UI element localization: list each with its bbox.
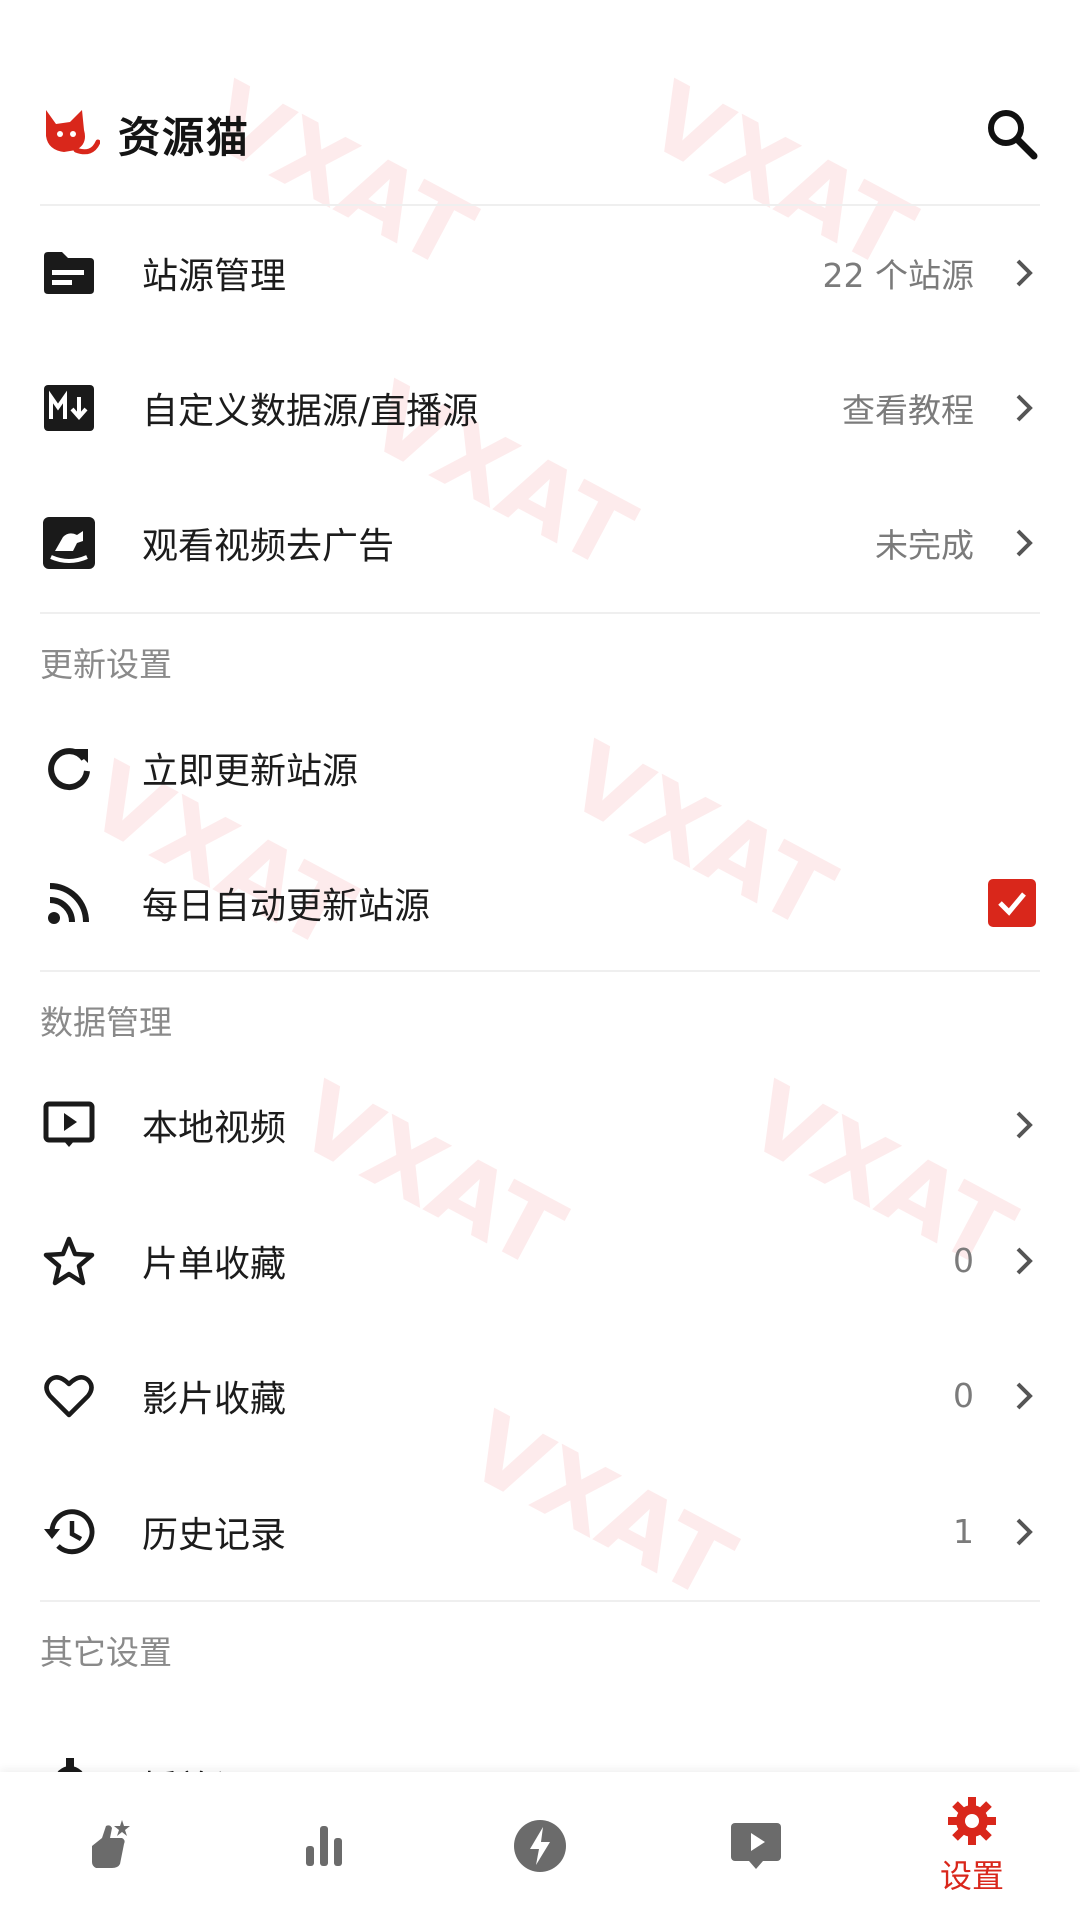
hand-star-icon (92, 1820, 130, 1868)
menu-item-value: 0 (953, 1241, 974, 1280)
section-title-other: 其它设置 (40, 1633, 172, 1672)
menu-item-update-now[interactable]: 立即更新站源 (0, 699, 1080, 836)
gear-icon (948, 1797, 996, 1845)
auto-update-checkbox[interactable] (988, 878, 1036, 927)
section-title-update: 更新设置 (40, 645, 172, 684)
divider (40, 1600, 1040, 1602)
menu-item-label: 站源管理 (142, 255, 287, 297)
divider (40, 970, 1040, 972)
section-title-data: 数据管理 (40, 1003, 172, 1042)
chevron-right-icon (1016, 1111, 1033, 1138)
menu-item-label: 立即更新站源 (142, 750, 359, 792)
nav-tab-fast[interactable] (432, 1772, 648, 1920)
menu-item-custom-source[interactable]: 自定义数据源/直播源 查看教程 (0, 339, 1080, 476)
video-screen-icon (41, 1097, 97, 1153)
bar-chart-icon (306, 1826, 342, 1866)
menu-item-local-video[interactable]: 本地视频 (0, 1056, 1080, 1193)
menu-item-history[interactable]: 历史记录 1 (0, 1463, 1080, 1600)
rocking-horse-icon (41, 515, 97, 571)
history-icon (41, 1504, 97, 1560)
menu-item-value: 1 (953, 1512, 974, 1551)
chevron-right-icon (1016, 529, 1033, 556)
nav-tab-settings[interactable]: 设置 (864, 1772, 1080, 1920)
menu-item-label: 影片收藏 (142, 1378, 287, 1420)
bottom-nav: 设置 (0, 1772, 1080, 1920)
brand-name: 资源猫 (118, 112, 251, 162)
cat-logo-icon (46, 110, 100, 155)
app-logo: 资源猫 (40, 104, 250, 164)
lightning-icon (514, 1820, 566, 1872)
star-icon (41, 1233, 97, 1289)
menu-item-label: 观看视频去广告 (142, 525, 395, 567)
chevron-right-icon (1016, 1247, 1033, 1274)
heart-icon (41, 1368, 97, 1424)
menu-item-watch-ad[interactable]: 观看视频去广告 未完成 (0, 474, 1080, 611)
menu-item-label: 片单收藏 (142, 1243, 287, 1285)
chevron-right-icon (1016, 259, 1033, 286)
menu-item-label: 历史记录 (142, 1514, 287, 1556)
menu-item-playlist-favorites[interactable]: 片单收藏 0 (0, 1192, 1080, 1329)
refresh-icon (41, 740, 97, 796)
nav-tab-label: 设置 (939, 1857, 1004, 1895)
menu-item-value: 0 (953, 1376, 974, 1415)
play-screen-icon (731, 1823, 781, 1869)
menu-item-value: 22 个站源 (822, 255, 974, 295)
chevron-right-icon (1016, 1382, 1033, 1409)
divider (40, 612, 1040, 614)
menu-item-label: 本地视频 (142, 1107, 287, 1149)
app-header: 资源猫 (0, 0, 1080, 206)
menu-item-value: 查看教程 (842, 390, 974, 430)
menu-item-movie-favorites[interactable]: 影片收藏 0 (0, 1327, 1080, 1464)
search-icon[interactable] (984, 106, 1040, 162)
menu-item-auto-update[interactable]: 每日自动更新站源 (0, 834, 1080, 971)
menu-item-label: 每日自动更新站源 (142, 885, 431, 927)
chevron-right-icon (1016, 394, 1033, 421)
folder-list-icon (41, 245, 97, 301)
nav-tab-recommend[interactable] (0, 1772, 216, 1920)
chevron-right-icon (1016, 1518, 1033, 1545)
menu-item-site-sources[interactable]: 站源管理 22 个站源 (0, 204, 1080, 341)
menu-item-value: 未完成 (875, 525, 974, 565)
markdown-icon (41, 380, 97, 436)
nav-tab-video[interactable] (648, 1772, 864, 1920)
nav-tab-ranking[interactable] (216, 1772, 432, 1920)
check-icon (998, 891, 1026, 916)
rss-icon (41, 875, 97, 931)
menu-item-label: 自定义数据源/直播源 (142, 390, 479, 432)
